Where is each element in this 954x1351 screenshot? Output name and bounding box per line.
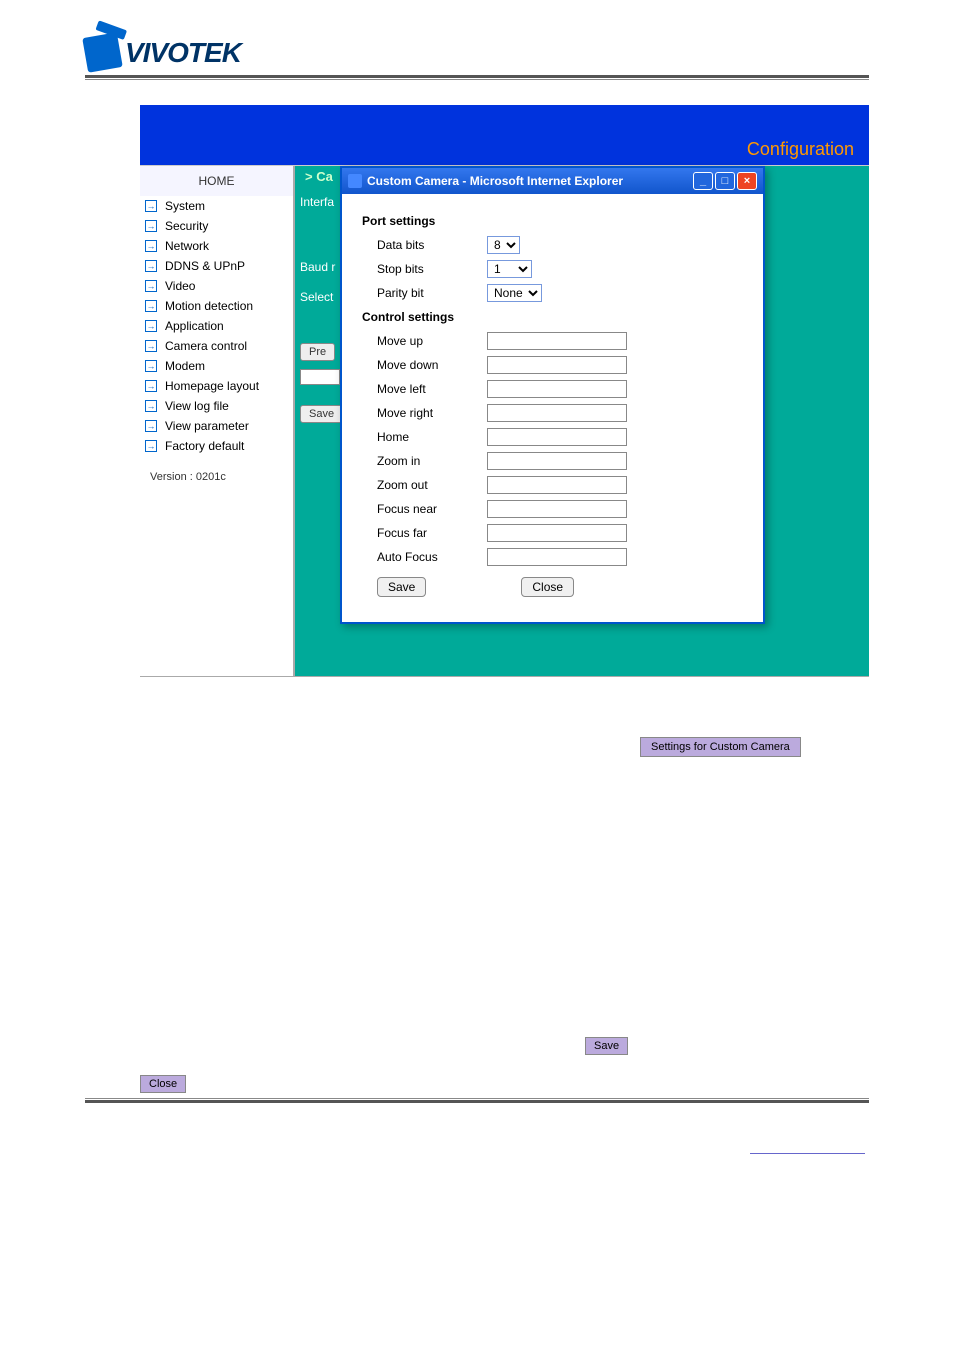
auto-focus-label: Auto Focus bbox=[377, 550, 487, 564]
focus-far-input[interactable] bbox=[487, 524, 627, 542]
sidebar-label: Video bbox=[165, 279, 195, 293]
sidebar-label: Network bbox=[165, 239, 209, 253]
move-up-input[interactable] bbox=[487, 332, 627, 350]
save-badge[interactable]: Save bbox=[585, 1037, 628, 1055]
stop-bits-label: Stop bits bbox=[377, 262, 487, 276]
footer-divider bbox=[85, 1098, 869, 1103]
zoom-out-label: Zoom out bbox=[377, 478, 487, 492]
sidebar-label: Security bbox=[165, 219, 208, 233]
sidebar-item-motion[interactable]: → Motion detection bbox=[140, 296, 293, 316]
arrow-icon: → bbox=[145, 260, 157, 272]
bottom-divider bbox=[140, 676, 869, 677]
move-down-input[interactable] bbox=[487, 356, 627, 374]
arrow-icon: → bbox=[145, 200, 157, 212]
stop-bits-select[interactable]: 1 bbox=[487, 260, 532, 278]
sidebar-label: Motion detection bbox=[165, 299, 253, 313]
arrow-icon: → bbox=[145, 280, 157, 292]
zoom-in-label: Zoom in bbox=[377, 454, 487, 468]
sidebar-item-network[interactable]: → Network bbox=[140, 236, 293, 256]
move-right-input[interactable] bbox=[487, 404, 627, 422]
focus-near-label: Focus near bbox=[377, 502, 487, 516]
config-banner: Configuration bbox=[140, 105, 869, 165]
settings-badge[interactable]: Settings for Custom Camera bbox=[640, 737, 801, 757]
arrow-icon: → bbox=[145, 400, 157, 412]
sidebar-item-camera-control[interactable]: → Camera control bbox=[140, 336, 293, 356]
arrow-icon: → bbox=[145, 440, 157, 452]
sidebar-label: Factory default bbox=[165, 439, 244, 453]
arrow-icon: → bbox=[145, 340, 157, 352]
sidebar-label: Homepage layout bbox=[165, 379, 259, 393]
auto-focus-input[interactable] bbox=[487, 548, 627, 566]
port-settings-heading: Port settings bbox=[362, 214, 743, 228]
sidebar-label: View log file bbox=[165, 399, 229, 413]
popup-close-button[interactable]: Close bbox=[521, 577, 574, 597]
data-bits-label: Data bits bbox=[377, 238, 487, 252]
sidebar-label: Camera control bbox=[165, 339, 247, 353]
logo-text: VIVOTEK bbox=[125, 37, 241, 69]
content-area: > Ca Interfa Baud r Select Pre Save Cust… bbox=[295, 166, 869, 676]
focus-far-label: Focus far bbox=[377, 526, 487, 540]
popup-window: Custom Camera - Microsoft Internet Explo… bbox=[340, 166, 765, 624]
sidebar-item-video[interactable]: → Video bbox=[140, 276, 293, 296]
move-down-label: Move down bbox=[377, 358, 487, 372]
arrow-icon: → bbox=[145, 320, 157, 332]
close-badge[interactable]: Close bbox=[140, 1075, 186, 1093]
arrow-icon: → bbox=[145, 420, 157, 432]
maximize-button[interactable]: □ bbox=[715, 172, 735, 190]
move-left-input[interactable] bbox=[487, 380, 627, 398]
popup-titlebar[interactable]: Custom Camera - Microsoft Internet Explo… bbox=[342, 168, 763, 194]
data-bits-select[interactable]: 8 bbox=[487, 236, 520, 254]
footer-link[interactable] bbox=[750, 1153, 865, 1154]
ie-icon bbox=[348, 174, 362, 188]
content-input[interactable] bbox=[300, 369, 340, 385]
arrow-icon: → bbox=[145, 360, 157, 372]
logo-icon bbox=[82, 32, 123, 73]
sidebar-item-application[interactable]: → Application bbox=[140, 316, 293, 336]
sidebar-label: System bbox=[165, 199, 205, 213]
control-settings-heading: Control settings bbox=[362, 310, 743, 324]
sidebar-label: DDNS & UPnP bbox=[165, 259, 245, 273]
arrow-icon: → bbox=[145, 380, 157, 392]
popup-title: Custom Camera - Microsoft Internet Explo… bbox=[367, 174, 623, 188]
sidebar-label: View parameter bbox=[165, 419, 249, 433]
sidebar-item-modem[interactable]: → Modem bbox=[140, 356, 293, 376]
arrow-icon: → bbox=[145, 240, 157, 252]
zoom-in-input[interactable] bbox=[487, 452, 627, 470]
popup-save-button[interactable]: Save bbox=[377, 577, 426, 597]
move-left-label: Move left bbox=[377, 382, 487, 396]
home-label: Home bbox=[377, 430, 487, 444]
close-button[interactable]: × bbox=[737, 172, 757, 190]
sidebar-home[interactable]: HOME bbox=[140, 166, 293, 196]
sidebar-item-ddns[interactable]: → DDNS & UPnP bbox=[140, 256, 293, 276]
sidebar-version: Version : 0201c bbox=[140, 456, 293, 498]
minimize-button[interactable]: _ bbox=[693, 172, 713, 190]
sidebar: HOME → System → Security → Network → DDN… bbox=[140, 166, 295, 676]
pr-button[interactable]: Pre bbox=[300, 343, 335, 361]
logo-area: VIVOTEK bbox=[85, 35, 869, 70]
parity-bit-label: Parity bit bbox=[377, 286, 487, 300]
arrow-icon: → bbox=[145, 300, 157, 312]
move-right-label: Move right bbox=[377, 406, 487, 420]
save-button[interactable]: Save bbox=[300, 405, 343, 423]
home-input[interactable] bbox=[487, 428, 627, 446]
arrow-icon: → bbox=[145, 220, 157, 232]
sidebar-item-viewparam[interactable]: → View parameter bbox=[140, 416, 293, 436]
move-up-label: Move up bbox=[377, 334, 487, 348]
sidebar-item-viewlog[interactable]: → View log file bbox=[140, 396, 293, 416]
sidebar-label: Modem bbox=[165, 359, 205, 373]
sidebar-label: Application bbox=[165, 319, 224, 333]
parity-bit-select[interactable]: None bbox=[487, 284, 542, 302]
header-divider bbox=[85, 75, 869, 80]
sidebar-item-homepage[interactable]: → Homepage layout bbox=[140, 376, 293, 396]
sidebar-item-system[interactable]: → System bbox=[140, 196, 293, 216]
focus-near-input[interactable] bbox=[487, 500, 627, 518]
config-title: Configuration bbox=[747, 139, 854, 160]
sidebar-item-factory[interactable]: → Factory default bbox=[140, 436, 293, 456]
zoom-out-input[interactable] bbox=[487, 476, 627, 494]
sidebar-item-security[interactable]: → Security bbox=[140, 216, 293, 236]
